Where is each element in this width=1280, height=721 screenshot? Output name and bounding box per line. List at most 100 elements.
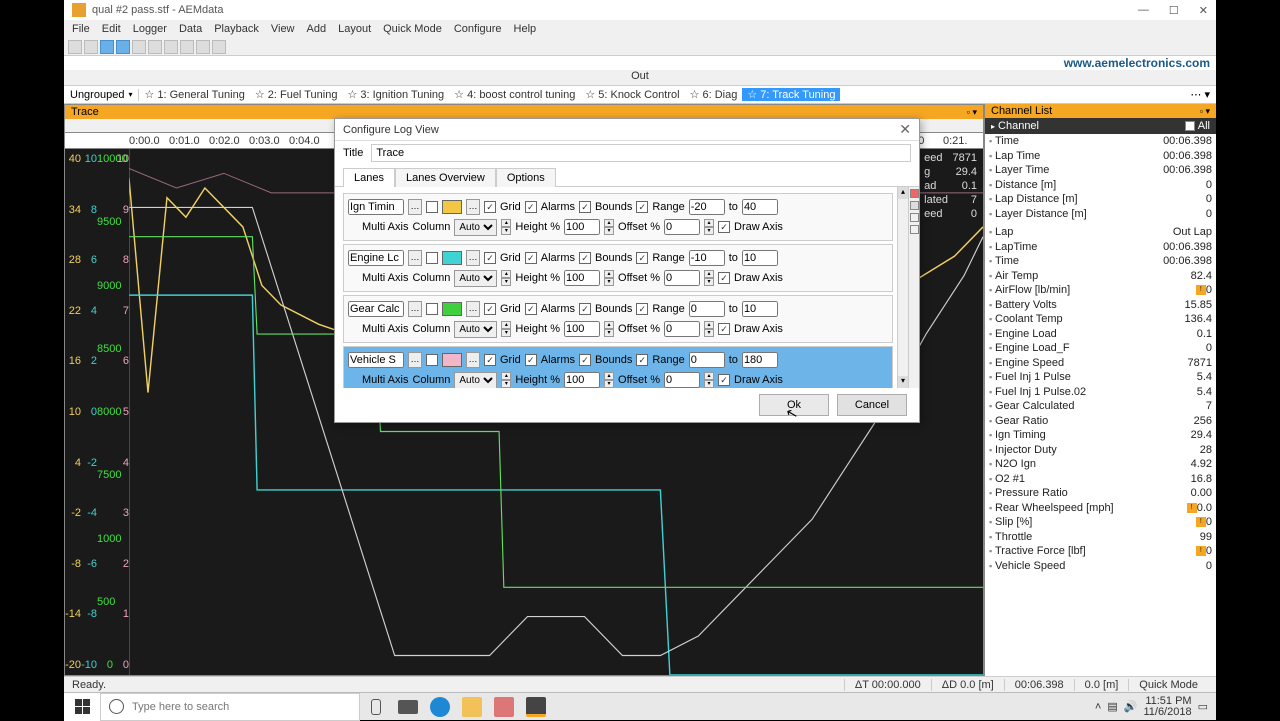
grid-checkbox[interactable]: ✓ bbox=[484, 201, 496, 213]
alarms-checkbox[interactable]: ✓ bbox=[525, 354, 537, 366]
menu-quick-mode[interactable]: Quick Mode bbox=[379, 23, 446, 35]
column-spinner[interactable]: ▴▾ bbox=[501, 270, 511, 286]
height-spinner[interactable]: ▴▾ bbox=[604, 219, 614, 235]
lane-row[interactable]: ……✓Grid✓Alarms✓Bounds✓RangetoMulti AxisC… bbox=[343, 193, 893, 241]
channel-row[interactable]: ▪LapOut Lap bbox=[985, 225, 1216, 240]
aemdata-taskbar-icon[interactable] bbox=[520, 693, 552, 721]
bounds-checkbox[interactable]: ✓ bbox=[579, 354, 591, 366]
draw-axis-checkbox[interactable]: ✓ bbox=[718, 221, 730, 233]
menu-file[interactable]: File bbox=[68, 23, 94, 35]
column-spinner[interactable]: ▴▾ bbox=[501, 372, 511, 388]
lane-enable-checkbox[interactable] bbox=[426, 354, 438, 366]
dialog-tab-options[interactable]: Options bbox=[496, 168, 556, 187]
grid-checkbox[interactable]: ✓ bbox=[484, 354, 496, 366]
offset-spinner[interactable]: ▴▾ bbox=[704, 270, 714, 286]
minimize-button[interactable]: — bbox=[1138, 4, 1149, 17]
lane-enable-checkbox[interactable] bbox=[426, 252, 438, 264]
lane-name-input[interactable] bbox=[348, 352, 404, 368]
offset-spinner[interactable]: ▴▾ bbox=[704, 372, 714, 388]
channel-row[interactable]: ▪Lap Time00:06.398 bbox=[985, 149, 1216, 164]
layout-tab[interactable]: ☆ 4: boost control tuning bbox=[449, 88, 580, 101]
channel-row[interactable]: ▪Ign Timing29.4 bbox=[985, 428, 1216, 443]
lane-enable-checkbox[interactable] bbox=[426, 303, 438, 315]
menu-edit[interactable]: Edit bbox=[98, 23, 125, 35]
column-spinner[interactable]: ▴▾ bbox=[501, 321, 511, 337]
offset-spinner[interactable]: ▴▾ bbox=[704, 219, 714, 235]
channel-row[interactable]: ▪Time00:06.398 bbox=[985, 254, 1216, 269]
taskbar-search[interactable]: Type here to search bbox=[100, 693, 360, 721]
task-view-icon[interactable] bbox=[392, 693, 424, 721]
toolbar-button[interactable] bbox=[132, 40, 146, 54]
layout-tab[interactable]: ☆ 2: Fuel Tuning bbox=[250, 88, 343, 101]
lane-color-swatch[interactable] bbox=[442, 353, 462, 367]
tab-group-select[interactable]: Ungrouped bbox=[70, 89, 124, 101]
channel-row[interactable]: ▪Air Temp82.4 bbox=[985, 269, 1216, 284]
menu-configure[interactable]: Configure bbox=[450, 23, 506, 35]
channel-row[interactable]: ▪O2 #116.8 bbox=[985, 472, 1216, 487]
lane-color-swatch[interactable] bbox=[442, 251, 462, 265]
lanes-scrollbar[interactable]: ▴ ▾ bbox=[897, 187, 908, 388]
menu-logger[interactable]: Logger bbox=[129, 23, 171, 35]
menu-add[interactable]: Add bbox=[303, 23, 331, 35]
app-icon[interactable] bbox=[488, 693, 520, 721]
channel-row[interactable]: ▪Pressure Ratio0.00 bbox=[985, 486, 1216, 501]
toolbar-button[interactable] bbox=[212, 40, 226, 54]
grid-checkbox[interactable]: ✓ bbox=[484, 252, 496, 264]
layout-tab[interactable]: ☆ 1: General Tuning bbox=[139, 88, 249, 101]
channel-row[interactable]: ▪Injector Duty28 bbox=[985, 443, 1216, 458]
toolbar-button[interactable] bbox=[196, 40, 210, 54]
channel-row[interactable]: ▪Gear Ratio256 bbox=[985, 414, 1216, 429]
tray-volume-icon[interactable]: 🔊 bbox=[1124, 700, 1138, 713]
channel-row[interactable]: ▪LapTime00:06.398 bbox=[985, 240, 1216, 255]
color-picker-button[interactable]: … bbox=[466, 199, 480, 215]
panel-controls[interactable]: ▫ ▾ bbox=[967, 107, 977, 118]
grid-checkbox[interactable]: ✓ bbox=[484, 303, 496, 315]
channel-row[interactable]: ▪Rear Wheelspeed [mph]!0.0 bbox=[985, 501, 1216, 516]
height-spinner[interactable]: ▴▾ bbox=[604, 321, 614, 337]
channel-row[interactable]: ▪Lap Distance [m]0 bbox=[985, 192, 1216, 207]
lane-name-input[interactable] bbox=[348, 199, 404, 215]
draw-axis-checkbox[interactable]: ✓ bbox=[718, 374, 730, 386]
column-select[interactable]: Auto bbox=[454, 372, 497, 389]
lane-enable-checkbox[interactable] bbox=[426, 201, 438, 213]
lane-picker-button[interactable]: … bbox=[408, 250, 422, 266]
lane-name-input[interactable] bbox=[348, 301, 404, 317]
lane-row[interactable]: ……✓Grid✓Alarms✓Bounds✓RangetoMulti AxisC… bbox=[343, 346, 893, 388]
column-select[interactable]: Auto bbox=[454, 270, 497, 287]
lane-row[interactable]: ……✓Grid✓Alarms✓Bounds✓RangetoMulti AxisC… bbox=[343, 244, 893, 292]
toolbar-button[interactable] bbox=[100, 40, 114, 54]
range-high-input[interactable] bbox=[742, 301, 778, 317]
cancel-button[interactable]: Cancel bbox=[837, 394, 907, 416]
height-input[interactable] bbox=[564, 219, 600, 235]
layout-tab[interactable]: ☆ 6: Diag bbox=[685, 88, 743, 101]
alarms-checkbox[interactable]: ✓ bbox=[525, 303, 537, 315]
lane-picker-button[interactable]: … bbox=[408, 301, 422, 317]
close-button[interactable]: ✕ bbox=[1199, 4, 1208, 17]
menu-data[interactable]: Data bbox=[175, 23, 206, 35]
cortana-mic-icon[interactable] bbox=[360, 693, 392, 721]
column-select[interactable]: Auto bbox=[454, 321, 497, 338]
channel-row[interactable]: ▪Gear Calculated7 bbox=[985, 399, 1216, 414]
bounds-checkbox[interactable]: ✓ bbox=[579, 201, 591, 213]
channel-row[interactable]: ▪AirFlow [lb/min]!0 bbox=[985, 283, 1216, 298]
column-spinner[interactable]: ▴▾ bbox=[501, 219, 511, 235]
edge-icon[interactable] bbox=[424, 693, 456, 721]
alarms-checkbox[interactable]: ✓ bbox=[525, 201, 537, 213]
lane-picker-button[interactable]: … bbox=[408, 352, 422, 368]
channel-row[interactable]: ▪Distance [m]0 bbox=[985, 178, 1216, 193]
explorer-icon[interactable] bbox=[456, 693, 488, 721]
range-low-input[interactable] bbox=[689, 250, 725, 266]
channel-row[interactable]: ▪Engine Speed7871 bbox=[985, 356, 1216, 371]
all-checkbox[interactable] bbox=[1185, 121, 1195, 131]
height-spinner[interactable]: ▴▾ bbox=[604, 270, 614, 286]
channel-row[interactable]: ▪Slip [%]!0 bbox=[985, 515, 1216, 530]
toolbar-button[interactable] bbox=[148, 40, 162, 54]
menu-layout[interactable]: Layout bbox=[334, 23, 375, 35]
panel-controls[interactable]: ▫ ▾ bbox=[1200, 106, 1210, 117]
bounds-checkbox[interactable]: ✓ bbox=[579, 303, 591, 315]
range-low-input[interactable] bbox=[689, 199, 725, 215]
height-spinner[interactable]: ▴▾ bbox=[604, 372, 614, 388]
range-high-input[interactable] bbox=[742, 352, 778, 368]
channel-row[interactable]: ▪Vehicle Speed0 bbox=[985, 559, 1216, 574]
offset-input[interactable] bbox=[664, 321, 700, 337]
